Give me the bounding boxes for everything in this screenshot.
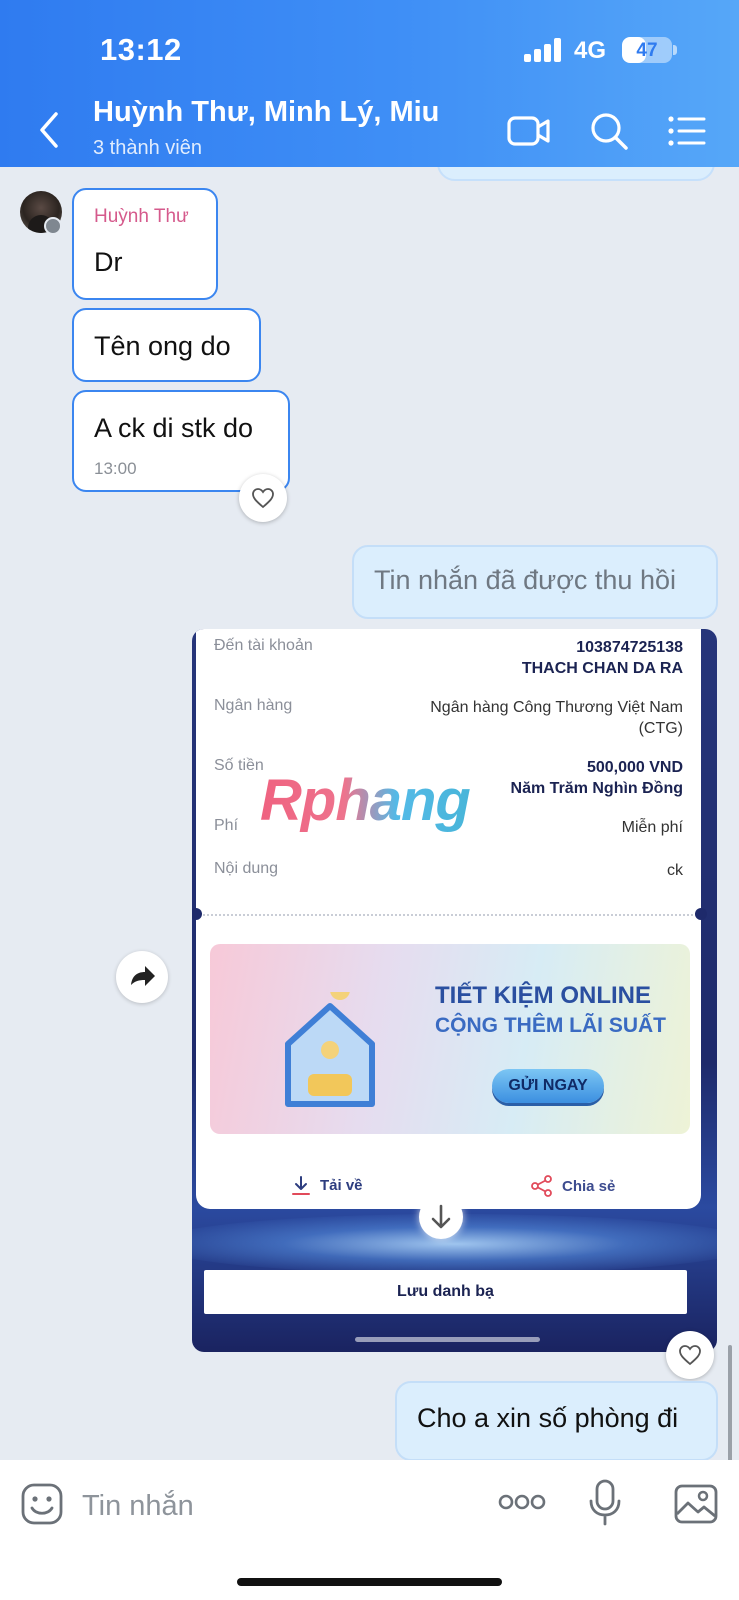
scroll-down-icon xyxy=(419,1195,463,1239)
image-gallery-icon[interactable] xyxy=(673,1482,719,1531)
previous-message-edge xyxy=(437,167,715,181)
heart-reaction-icon[interactable] xyxy=(666,1331,714,1379)
banner-title: TIẾT KIỆM ONLINE xyxy=(435,982,651,1009)
amount-in-words: Năm Trăm Nghìn Đồng xyxy=(510,780,683,797)
heart-reaction-icon[interactable] xyxy=(239,474,287,522)
content-value: ck xyxy=(667,862,683,879)
piggy-house-icon xyxy=(280,980,380,1112)
sender-name: Huỳnh Thư xyxy=(94,206,189,227)
microphone-icon[interactable] xyxy=(586,1478,624,1533)
savings-promo-banner: TIẾT KIỆM ONLINE CỘNG THÊM LÃI SUẤT GỬI … xyxy=(210,944,690,1134)
message-text: A ck di stk do xyxy=(94,413,254,443)
amount-value: 500,000 VND xyxy=(586,759,683,776)
recalled-message[interactable]: Tin nhắn đã được thu hồi xyxy=(352,545,718,619)
back-arrow-icon[interactable] xyxy=(30,108,70,152)
search-icon[interactable] xyxy=(586,108,632,154)
sticker-emoji-icon[interactable] xyxy=(20,1482,64,1531)
share-action: Chia sẻ xyxy=(530,1174,615,1198)
save-contact-button: Lưu danh bạ xyxy=(204,1270,687,1314)
message-input[interactable]: Tin nhắn xyxy=(82,1490,194,1523)
conversation-title[interactable]: Huỳnh Thư, Minh Lý, Miu xyxy=(93,96,439,129)
account-info: 103874725138 THACH CHAN DA RA xyxy=(522,637,683,679)
more-options-icon[interactable] xyxy=(498,1490,546,1519)
member-count[interactable]: 3 thành viên xyxy=(93,137,202,160)
amount-info: 500,000 VND Năm Trăm Nghìn Đồng xyxy=(511,757,683,799)
status-time: 13:12 xyxy=(100,32,182,67)
network-type: 4G xyxy=(574,37,607,64)
battery-percent: 47 xyxy=(636,40,658,61)
screenshot-home-indicator xyxy=(355,1337,540,1342)
receipt-card: Đến tài khoản 103874725138 THACH CHAN DA… xyxy=(192,629,707,1209)
message-time: 13:00 xyxy=(94,459,137,478)
bank-name: Ngân hàng Công Thương Việt Nam xyxy=(430,699,683,716)
message-text: Dr xyxy=(94,247,123,277)
fee-label: Phí xyxy=(214,817,239,834)
message-bubble[interactable]: Huỳnh Thư Dr xyxy=(72,188,218,300)
message-composer: Tin nhắn xyxy=(0,1460,739,1600)
forward-share-icon[interactable] xyxy=(116,951,168,1003)
watermark-logo: Rphang xyxy=(260,768,471,833)
message-text: Tên ong do xyxy=(94,331,231,361)
bank-code: (CTG) xyxy=(638,720,683,737)
banner-send-button: GỬI NGAY xyxy=(492,1069,604,1103)
message-bubble[interactable]: Tên ong do xyxy=(72,308,261,382)
battery-tip xyxy=(673,45,677,55)
chat-header: 13:12 4G 47 Huỳnh Thư, Minh Lý, Miu 3 th… xyxy=(0,0,739,167)
download-action: Tải về xyxy=(290,1174,363,1196)
menu-list-icon[interactable] xyxy=(664,108,710,154)
bank-info: Ngân hàng Công Thương Việt Nam (CTG) xyxy=(430,697,683,739)
account-name: THACH CHAN DA RA xyxy=(521,660,683,677)
signal-icon xyxy=(524,38,564,62)
download-label: Tải về xyxy=(320,1176,363,1194)
video-call-icon[interactable] xyxy=(506,108,552,154)
transfer-receipt-image[interactable]: Đến tài khoản 103874725138 THACH CHAN DA… xyxy=(192,629,717,1352)
battery-icon: 47 xyxy=(622,37,672,63)
download-icon xyxy=(292,1176,310,1195)
account-number: 103874725138 xyxy=(576,639,683,656)
message-list[interactable]: Huỳnh Thư Dr Tên ong do A ck di stk do 1… xyxy=(0,167,739,1460)
bank-label: Ngân hàng xyxy=(214,697,293,714)
amount-label: Số tiền xyxy=(214,757,264,774)
outgoing-message[interactable]: Cho a xin số phòng đi xyxy=(395,1381,718,1460)
banner-subtitle: CỘNG THÊM LÃI SUẤT xyxy=(435,1014,666,1037)
home-indicator xyxy=(237,1578,502,1586)
ticket-notch xyxy=(192,908,202,920)
share-label: Chia sẻ xyxy=(562,1177,616,1195)
ticket-notch xyxy=(695,908,707,920)
to-account-label: Đến tài khoản xyxy=(214,637,313,654)
divider xyxy=(196,914,701,916)
key-badge-icon xyxy=(44,217,62,235)
share-icon xyxy=(531,1175,552,1197)
content-label: Nội dung xyxy=(214,860,279,877)
fee-value: Miễn phí xyxy=(621,819,683,836)
scrollbar[interactable] xyxy=(728,1345,732,1460)
